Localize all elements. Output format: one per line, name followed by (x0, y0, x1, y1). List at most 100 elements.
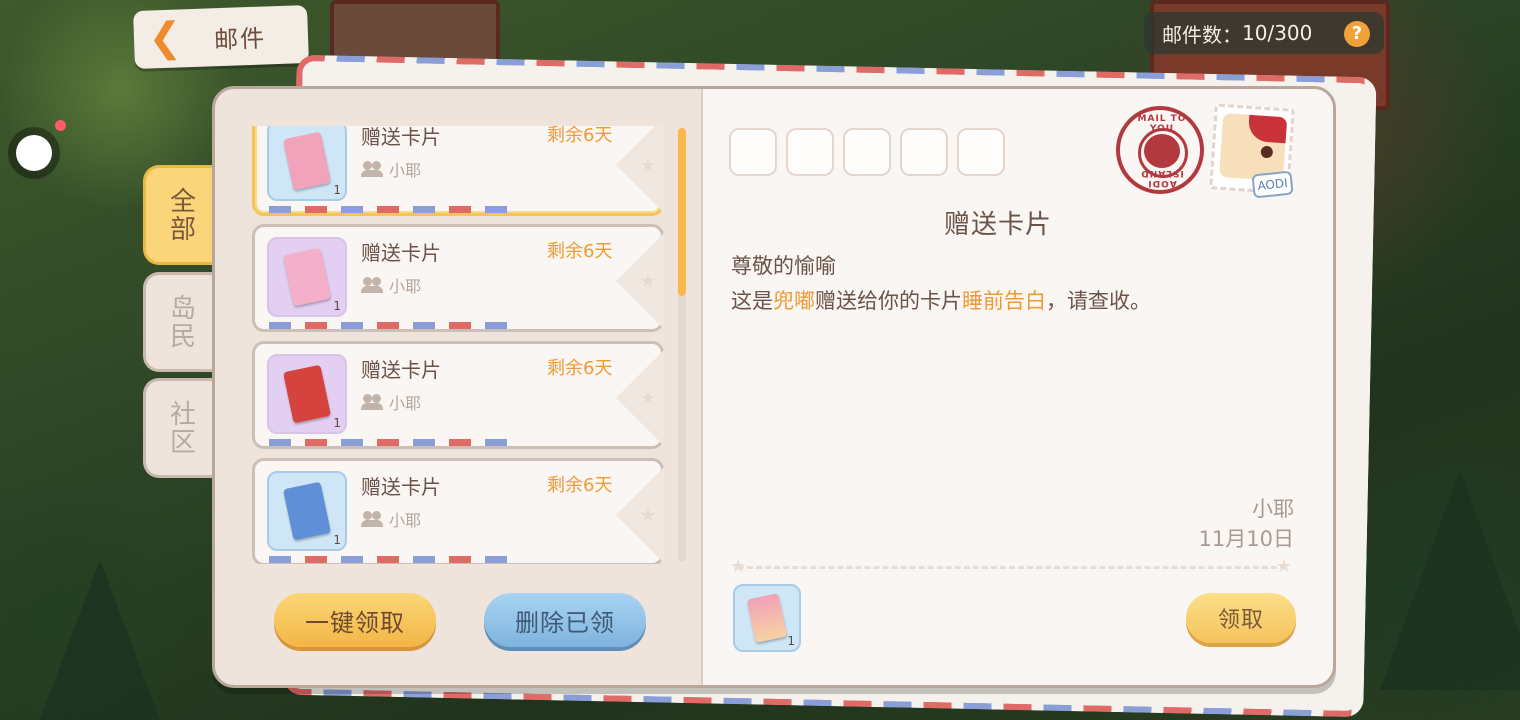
airmail-stripes (269, 322, 509, 329)
mail-count-indicator: 邮件数： 10/300 ? (1144, 12, 1384, 54)
envelope-flap: ★ (616, 126, 664, 213)
tab-community[interactable]: 社区 (143, 378, 215, 478)
floating-joystick-dot[interactable] (16, 135, 52, 171)
card-art (746, 593, 788, 643)
card-quantity: 1 (333, 416, 341, 430)
stamp-icon: AODI (1209, 103, 1295, 199)
card-art (283, 247, 331, 307)
mail-sender-name: 小耶 (389, 161, 422, 180)
claim-button[interactable]: 领取 (1186, 593, 1296, 643)
body-sender-name: 兜嘟 (773, 289, 815, 313)
star-icon: ★ (639, 155, 656, 176)
card-thumbnail: 1 (267, 237, 347, 317)
star-icon: ★ (1276, 556, 1293, 577)
card-art (283, 364, 331, 424)
page-title: 邮件 (213, 23, 267, 54)
bear-emblem-icon (1144, 134, 1180, 168)
tab-all-label: 全部 (165, 187, 196, 243)
people-icon (361, 161, 383, 177)
code-boxes (729, 128, 1005, 176)
body-suffix: ，请查收。 (1046, 289, 1151, 313)
tab-islanders[interactable]: 岛民 (143, 272, 215, 372)
attachment-quantity: 1 (787, 634, 795, 648)
signature-date: 11月10日 (1198, 527, 1294, 551)
code-box (843, 128, 891, 176)
envelope-flap: ★ (616, 467, 664, 563)
mail-sender: 小耶 (361, 390, 421, 414)
tab-community-label: 社区 (165, 400, 196, 456)
star-icon: ★ (639, 271, 656, 292)
airplane-icon: AODI (1251, 170, 1294, 199)
star-icon: ★ (639, 505, 656, 526)
body-card-name: 睡前告白 (962, 289, 1046, 313)
card-quantity: 1 (333, 299, 341, 313)
mail-list-scrollbar[interactable] (678, 128, 686, 562)
mail-count-value: 10/300 (1242, 21, 1313, 45)
postmark-text-bottom: AODI ISLAND (1140, 168, 1184, 188)
body-middle: 赠送给你的卡片 (815, 289, 962, 313)
body-prefix: 这是 (731, 289, 773, 313)
card-art (283, 481, 331, 541)
mail-remaining-time: 剩余6天 (547, 358, 613, 379)
people-icon (361, 511, 383, 527)
mail-remaining-time: 剩余6天 (547, 475, 613, 496)
people-icon (361, 394, 383, 410)
mail-greeting: 尊敬的愉喻 (731, 254, 836, 278)
card-art (283, 131, 331, 191)
airmail-stripes (269, 556, 509, 563)
card-quantity: 1 (333, 183, 341, 197)
background-tree (1380, 470, 1520, 690)
mail-list-item[interactable]: 1 赠送卡片 剩余6天 小耶 ★ (252, 458, 664, 564)
help-icon[interactable]: ? (1344, 21, 1370, 47)
claim-all-button[interactable]: 一键领取 (274, 593, 436, 647)
card-thumbnail: 1 (267, 471, 347, 551)
card-thumbnail: 1 (267, 354, 347, 434)
mail-list-item[interactable]: 1 赠送卡片 剩余6天 小耶 ★ (252, 126, 664, 216)
postmark-icon: MAIL TO YOU AODI ISLAND (1116, 106, 1204, 194)
signature-name: 小耶 (1252, 497, 1294, 521)
code-box (957, 128, 1005, 176)
background-tree (40, 560, 160, 720)
mail-remaining-time: 剩余6天 (547, 241, 613, 262)
attachment-item[interactable]: 1 (733, 584, 801, 652)
mail-sender: 小耶 (361, 273, 421, 297)
mail-body: 这是兜嘟赠送给你的卡片睡前告白，请查收。 (731, 285, 1151, 315)
envelope-flap: ★ (616, 233, 664, 329)
mail-title: 赠送卡片 (361, 126, 441, 149)
mail-title: 赠送卡片 (361, 358, 441, 382)
code-box (786, 128, 834, 176)
mail-list-item[interactable]: 1 赠送卡片 剩余6天 小耶 ★ (252, 224, 664, 332)
envelope-flap: ★ (616, 350, 664, 446)
tab-all[interactable]: 全部 (143, 165, 215, 265)
card-thumbnail: 1 (267, 126, 347, 201)
mail-signature: 小耶 11月10日 (1199, 494, 1294, 554)
mail-sender-name: 小耶 (389, 511, 422, 530)
card-quantity: 1 (333, 533, 341, 547)
scroll-thumb[interactable] (678, 128, 686, 296)
delete-claimed-button[interactable]: 删除已领 (484, 593, 646, 647)
people-icon (361, 277, 383, 293)
star-icon: ★ (730, 556, 747, 577)
tab-islanders-label: 岛民 (165, 294, 196, 350)
back-arrow-icon: ❮ (147, 14, 183, 62)
mail-list-item[interactable]: 1 赠送卡片 剩余6天 小耶 ★ (252, 341, 664, 449)
code-box (729, 128, 777, 176)
back-button[interactable]: ❮ 邮件 (133, 4, 309, 70)
mail-count-label: 邮件数： (1162, 22, 1242, 47)
airmail-stripes (269, 206, 509, 213)
star-icon: ★ (639, 388, 656, 409)
code-box (900, 128, 948, 176)
mail-sender: 小耶 (361, 157, 421, 181)
mail-detail-title: 赠送卡片 (943, 210, 1052, 240)
mail-title: 赠送卡片 (361, 241, 441, 265)
mail-list[interactable]: 1 赠送卡片 剩余6天 小耶 ★ 1 赠送卡片 剩余6天 小耶 ★ 1 赠送卡片… (252, 126, 670, 564)
mail-sender: 小耶 (361, 507, 421, 531)
divider (738, 566, 1286, 569)
mail-title: 赠送卡片 (361, 475, 441, 499)
postmark-text-top: MAIL TO YOU (1137, 114, 1187, 134)
mail-sender-name: 小耶 (389, 394, 422, 413)
mail-sender-name: 小耶 (389, 277, 422, 296)
airmail-stripes (269, 439, 509, 446)
notification-dot (55, 120, 66, 131)
mail-remaining-time: 剩余6天 (547, 126, 613, 146)
